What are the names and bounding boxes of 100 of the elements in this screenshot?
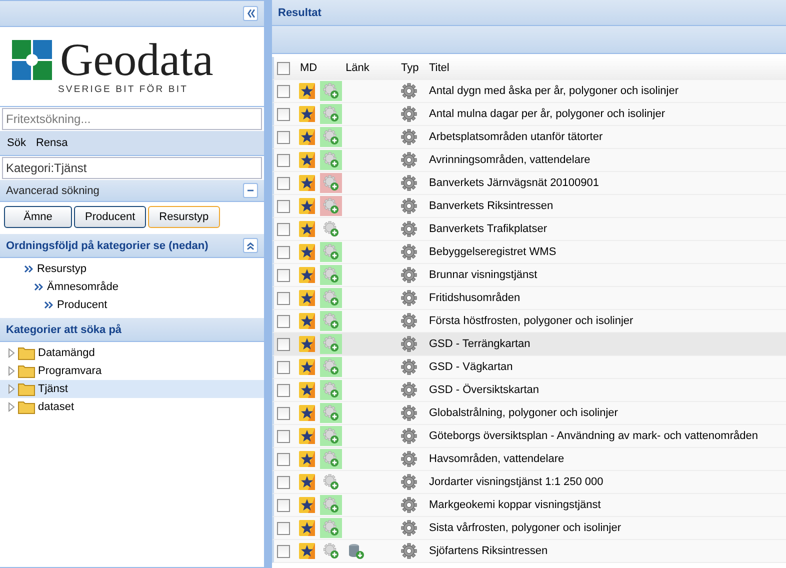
gear-plus-icon[interactable] [323,474,339,490]
tree-item[interactable]: Producent [57,299,108,311]
star-icon[interactable] [299,474,315,490]
database-download-icon[interactable] [348,543,364,559]
checkbox[interactable] [277,246,290,258]
toggle-button[interactable] [243,238,258,253]
checkbox[interactable] [277,130,290,144]
gear-plus-icon[interactable] [323,175,339,191]
result-row[interactable]: Fritidshusområden [272,287,786,310]
star-icon[interactable] [299,382,315,398]
category-item[interactable]: Programvara [0,362,264,380]
star-icon[interactable] [299,129,315,145]
toolbar-button[interactable]: Rensa [32,135,71,151]
checkbox[interactable] [277,154,290,166]
star-icon[interactable] [299,336,315,352]
category-item[interactable]: Datamängd [0,344,264,362]
star-icon[interactable] [299,313,315,329]
result-row[interactable]: GSD - Översiktskartan [272,379,786,402]
collapse-button[interactable] [243,6,258,21]
gear-plus-icon[interactable] [323,336,339,352]
star-icon[interactable] [299,106,315,122]
star-icon[interactable] [299,221,315,237]
checkbox[interactable] [277,476,290,488]
checkbox[interactable] [277,522,290,534]
result-row[interactable]: Antal mulna dagar per år, polygoner och isolinjer [272,103,786,126]
result-row[interactable]: GSD - Vägkartan [272,356,786,379]
checkbox[interactable] [277,108,290,120]
checkbox[interactable] [277,544,290,558]
gear-plus-icon[interactable] [323,405,339,421]
result-row[interactable]: Banverkets Järnvägsnät 20100901 [272,172,786,195]
column-header[interactable]: Typ [401,62,419,74]
star-icon[interactable] [299,497,315,513]
checkbox[interactable] [277,360,290,374]
result-row[interactable]: Banverkets Trafikplatser [272,218,786,241]
gear-plus-icon[interactable] [323,497,339,513]
gear-plus-icon[interactable] [323,543,339,559]
gear-plus-icon[interactable] [323,313,339,329]
star-icon[interactable] [299,359,315,375]
star-icon[interactable] [299,405,315,421]
result-row[interactable]: Första höstfrosten, polygoner och isolinjer [272,310,786,333]
gear-plus-icon[interactable] [323,83,339,99]
gear-plus-icon[interactable] [323,267,339,283]
star-icon[interactable] [299,451,315,467]
tree-item[interactable]: Ämnesområde [47,281,119,293]
column-header[interactable]: MD [300,62,318,74]
checkbox[interactable] [277,200,290,212]
sort-button[interactable]: Ämne [4,206,72,228]
result-row[interactable]: Arbetsplatsområden utanför tätorter [272,126,786,149]
column-header[interactable]: Titel [429,62,450,74]
star-icon[interactable] [299,520,315,536]
checkbox[interactable] [277,268,290,282]
checkbox[interactable] [277,384,290,396]
star-icon[interactable] [299,152,315,168]
category-field[interactable]: Kategori:Tjänst [2,157,262,179]
checkbox[interactable] [277,314,290,328]
gear-plus-icon[interactable] [323,382,339,398]
toolbar-button[interactable]: Sök [4,135,29,151]
result-row[interactable]: Göteborgs översiktsplan - Användning av mark- och vattenområden [272,425,786,448]
category-item[interactable]: dataset [0,398,264,416]
gear-plus-icon[interactable] [323,290,339,306]
gear-plus-icon[interactable] [323,244,339,260]
gear-plus-icon[interactable] [323,106,339,122]
toggle-button[interactable] [243,183,258,198]
gear-plus-icon[interactable] [323,520,339,536]
sort-button[interactable]: Resurstyp [148,206,220,228]
gear-plus-icon[interactable] [323,198,339,214]
category-item[interactable]: Tjänst [0,380,264,398]
checkbox[interactable] [277,430,290,442]
gear-plus-icon[interactable] [323,428,339,444]
checkbox[interactable] [277,452,290,466]
checkbox[interactable] [277,176,290,190]
checkbox[interactable] [277,62,290,74]
checkbox[interactable] [277,338,290,350]
star-icon[interactable] [299,428,315,444]
column-header[interactable]: Länk [346,62,370,74]
result-row[interactable]: Jordarter visningstjänst 1:1 250 000 [272,471,786,494]
checkbox[interactable] [277,406,290,420]
result-row[interactable]: Banverkets Riksintressen [272,195,786,218]
gear-plus-icon[interactable] [323,451,339,467]
star-icon[interactable] [299,543,315,559]
star-icon[interactable] [299,244,315,260]
result-row[interactable]: Bebyggelseregistret WMS [272,241,786,264]
checkbox[interactable] [277,222,290,236]
tree-item[interactable]: Resurstyp [37,263,87,275]
checkbox[interactable] [277,498,290,512]
result-row[interactable]: GSD - Terrängkartan [272,333,786,356]
result-row[interactable]: Sista vårfrosten, polygoner och isolinjer [272,517,786,540]
search-field[interactable]: Fritextsökning... [2,108,262,130]
star-icon[interactable] [299,83,315,99]
star-icon[interactable] [299,267,315,283]
result-row[interactable]: Globalstrålning, polygoner och isolinjer [272,402,786,425]
result-row[interactable]: Markgeokemi koppar visningstjänst [272,494,786,517]
gear-plus-icon[interactable] [323,152,339,168]
checkbox[interactable] [277,292,290,304]
result-row[interactable]: Sjöfartens Riksintressen [272,540,786,563]
gear-plus-icon[interactable] [323,221,339,237]
gear-plus-icon[interactable] [323,129,339,145]
result-row[interactable]: Havsområden, vattendelare [272,448,786,471]
sort-button[interactable]: Producent [74,206,146,228]
result-row[interactable]: Antal dygn med åska per år, polygoner och isolinjer [272,80,786,103]
